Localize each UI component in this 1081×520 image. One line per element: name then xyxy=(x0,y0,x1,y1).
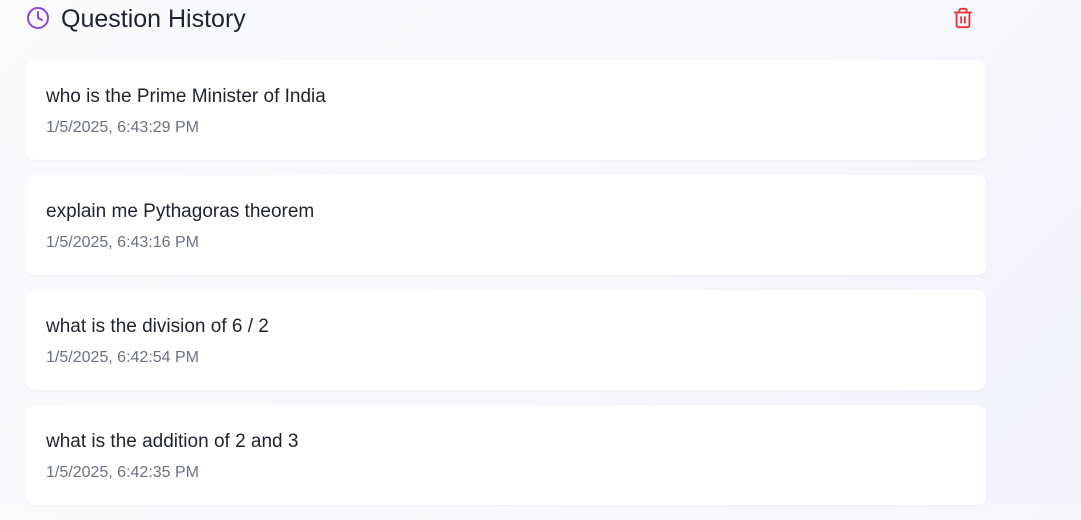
history-item[interactable]: what is the addition of 2 and 3 1/5/2025… xyxy=(26,405,986,505)
history-item[interactable]: explain me Pythagoras theorem 1/5/2025, … xyxy=(26,175,986,275)
question-text: what is the division of 6 / 2 xyxy=(46,316,269,337)
question-text: who is the Prime Minister of India xyxy=(46,86,326,107)
question-timestamp: 1/5/2025, 6:42:35 PM xyxy=(46,464,199,481)
trash-icon xyxy=(953,7,973,29)
question-timestamp: 1/5/2025, 6:42:54 PM xyxy=(46,349,199,366)
question-timestamp: 1/5/2025, 6:43:29 PM xyxy=(46,119,199,136)
clear-history-button[interactable] xyxy=(950,4,976,32)
history-header: Question History xyxy=(26,4,986,36)
history-item[interactable]: who is the Prime Minister of India 1/5/2… xyxy=(26,60,986,160)
page-title: Question History xyxy=(61,5,246,33)
clock-icon xyxy=(27,7,49,29)
question-text: explain me Pythagoras theorem xyxy=(46,201,315,222)
question-timestamp: 1/5/2025, 6:43:16 PM xyxy=(46,234,199,251)
history-item[interactable]: what is the division of 6 / 2 1/5/2025, … xyxy=(26,290,986,390)
question-text: what is the addition of 2 and 3 xyxy=(46,431,299,452)
question-history-list: who is the Prime Minister of India 1/5/2… xyxy=(26,60,986,520)
